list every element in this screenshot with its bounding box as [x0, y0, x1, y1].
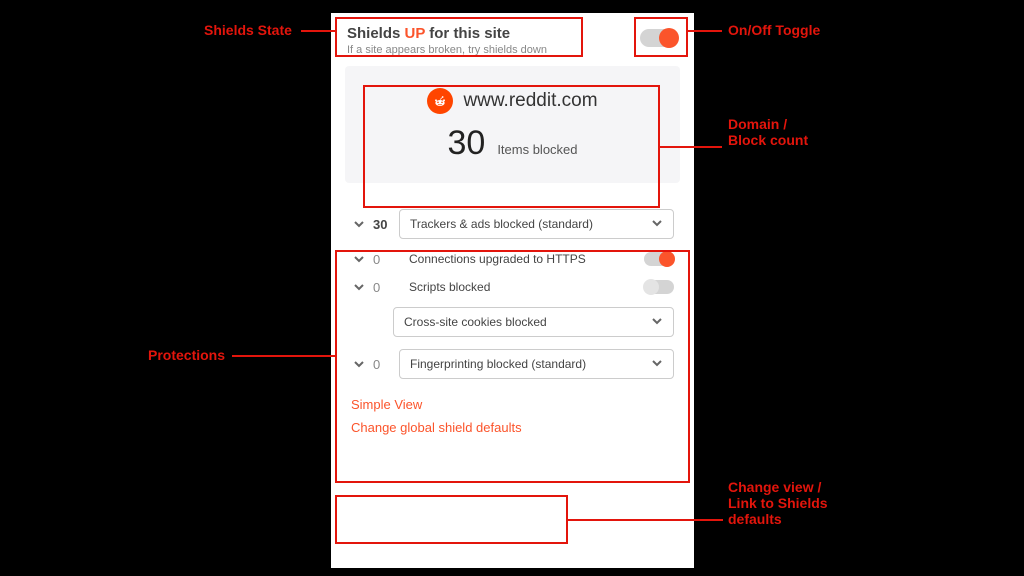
- chevron-down-icon[interactable]: [351, 216, 367, 232]
- callout-onoff: On/Off Toggle: [728, 22, 820, 38]
- fingerprint-select[interactable]: Fingerprinting blocked (standard): [399, 349, 674, 379]
- annotation-leader: [301, 30, 335, 32]
- scripts-row: 0 Scripts blocked: [351, 279, 674, 295]
- callout-domain-block: Domain / Block count: [728, 116, 808, 148]
- shields-master-toggle[interactable]: [640, 29, 678, 47]
- shields-state-text: Shields UP for this site If a site appea…: [347, 25, 547, 56]
- domain-name: www.reddit.com: [463, 90, 597, 112]
- scripts-label: Scripts blocked: [399, 280, 638, 294]
- shields-panel: Shields UP for this site If a site appea…: [331, 13, 694, 568]
- simple-view-link[interactable]: Simple View: [351, 397, 674, 412]
- chevron-down-icon[interactable]: [351, 356, 367, 372]
- shields-state-word: UP: [405, 25, 426, 42]
- domain-card: www.reddit.com 30 Items blocked: [345, 66, 680, 183]
- annotation-leader: [232, 355, 335, 357]
- chevron-down-icon[interactable]: [351, 251, 367, 267]
- callout-protections: Protections: [148, 347, 225, 363]
- chevron-down-icon: [651, 315, 663, 330]
- chevron-down-icon: [651, 217, 663, 232]
- chevron-down-icon[interactable]: [351, 279, 367, 295]
- cookies-select[interactable]: Cross-site cookies blocked: [393, 307, 674, 337]
- shields-title: Shields UP for this site: [347, 25, 547, 42]
- blocked-count-row: 30 Items blocked: [447, 124, 577, 163]
- domain-row: www.reddit.com: [427, 88, 597, 114]
- protections-list: 30 Trackers & ads blocked (standard) 0 C…: [345, 209, 680, 379]
- cookies-row: Cross-site cookies blocked: [351, 307, 674, 337]
- shields-hint: If a site appears broken, try shields do…: [347, 44, 547, 56]
- toggle-knob: [643, 279, 659, 295]
- shields-title-prefix: Shields: [347, 25, 405, 42]
- shields-header: Shields UP for this site If a site appea…: [345, 23, 680, 66]
- fingerprint-count: 0: [373, 357, 393, 372]
- https-label: Connections upgraded to HTTPS: [399, 252, 638, 266]
- cookies-label: Cross-site cookies blocked: [404, 315, 547, 329]
- global-defaults-link[interactable]: Change global shield defaults: [351, 420, 674, 435]
- callout-shields-state: Shields State: [204, 22, 292, 38]
- footer-links: Simple View Change global shield default…: [345, 397, 680, 435]
- scripts-toggle[interactable]: [644, 280, 674, 294]
- https-row: 0 Connections upgraded to HTTPS: [351, 251, 674, 267]
- trackers-select[interactable]: Trackers & ads blocked (standard): [399, 209, 674, 239]
- blocked-count: 30: [447, 124, 485, 163]
- shields-title-suffix: for this site: [425, 25, 510, 42]
- trackers-row: 30 Trackers & ads blocked (standard): [351, 209, 674, 239]
- https-toggle[interactable]: [644, 252, 674, 266]
- fingerprint-row: 0 Fingerprinting blocked (standard): [351, 349, 674, 379]
- toggle-knob: [659, 28, 679, 48]
- https-count: 0: [373, 252, 393, 267]
- fingerprint-label: Fingerprinting blocked (standard): [410, 357, 586, 371]
- callout-change-view: Change view / Link to Shields defaults: [728, 479, 828, 527]
- trackers-count: 30: [373, 217, 393, 232]
- trackers-label: Trackers & ads blocked (standard): [410, 217, 593, 231]
- toggle-knob: [659, 251, 675, 267]
- reddit-icon: [427, 88, 453, 114]
- scripts-count: 0: [373, 280, 393, 295]
- blocked-count-label: Items blocked: [497, 142, 577, 157]
- chevron-down-icon: [651, 357, 663, 372]
